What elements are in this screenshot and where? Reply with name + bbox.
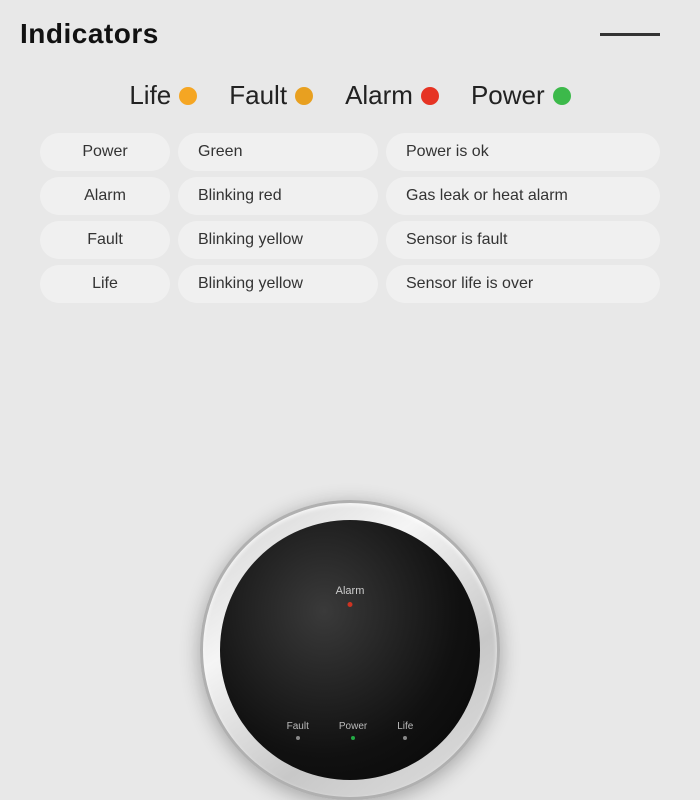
device-bottom-text-power: Power (339, 721, 367, 732)
header: Indicators (0, 0, 700, 60)
cell-indicator-power: Green (178, 133, 378, 171)
cell-name-life: Life (40, 265, 170, 303)
device-bottom-dot-life (403, 736, 407, 740)
device-illustration: Alarm Fault Power Life (190, 500, 510, 780)
cell-indicator-life: Blinking yellow (178, 265, 378, 303)
device-alarm-label: Alarm (336, 585, 365, 597)
cell-description-life: Sensor life is over (386, 265, 660, 303)
legend-dot-fault (295, 87, 313, 105)
cell-description-power: Power is ok (386, 133, 660, 171)
cell-name-power: Power (40, 133, 170, 171)
legend-dot-life (179, 87, 197, 105)
device-bottom-labels: Fault Power Life (287, 721, 414, 740)
page-title: Indicators (20, 18, 159, 50)
table-row: Life Blinking yellow Sensor life is over (40, 265, 660, 303)
device-inner: Alarm Fault Power Life (220, 520, 480, 780)
legend-item-alarm: Alarm (345, 80, 439, 111)
legend-label-power: Power (471, 80, 545, 111)
legend-row: Life Fault Alarm Power (0, 60, 700, 129)
table-row: Fault Blinking yellow Sensor is fault (40, 221, 660, 259)
indicators-table: Power Green Power is ok Alarm Blinking r… (0, 133, 700, 303)
device-bottom-dot-power (351, 736, 355, 740)
header-line (600, 33, 660, 36)
page: Indicators Life Fault Alarm Power Power (0, 0, 700, 700)
legend-dot-alarm (421, 87, 439, 105)
cell-name-fault: Fault (40, 221, 170, 259)
legend-item-fault: Fault (229, 80, 313, 111)
device-bottom-dot-fault (296, 736, 300, 740)
device-bottom-text-fault: Fault (287, 721, 309, 732)
cell-description-fault: Sensor is fault (386, 221, 660, 259)
device-alarm-dot (348, 602, 353, 607)
cell-description-alarm: Gas leak or heat alarm (386, 177, 660, 215)
cell-indicator-alarm: Blinking red (178, 177, 378, 215)
legend-label-alarm: Alarm (345, 80, 413, 111)
legend-item-power: Power (471, 80, 571, 111)
table-row: Alarm Blinking red Gas leak or heat alar… (40, 177, 660, 215)
device-bottom-item-fault: Fault (287, 721, 309, 740)
legend-label-fault: Fault (229, 80, 287, 111)
legend-label-life: Life (129, 80, 171, 111)
legend-item-life: Life (129, 80, 197, 111)
device-bottom-item-power: Power (339, 721, 367, 740)
cell-name-alarm: Alarm (40, 177, 170, 215)
device-bottom-item-life: Life (397, 721, 413, 740)
cell-indicator-fault: Blinking yellow (178, 221, 378, 259)
table-row: Power Green Power is ok (40, 133, 660, 171)
device-bottom-text-life: Life (397, 721, 413, 732)
legend-dot-power (553, 87, 571, 105)
device-outer-ring: Alarm Fault Power Life (200, 500, 500, 800)
